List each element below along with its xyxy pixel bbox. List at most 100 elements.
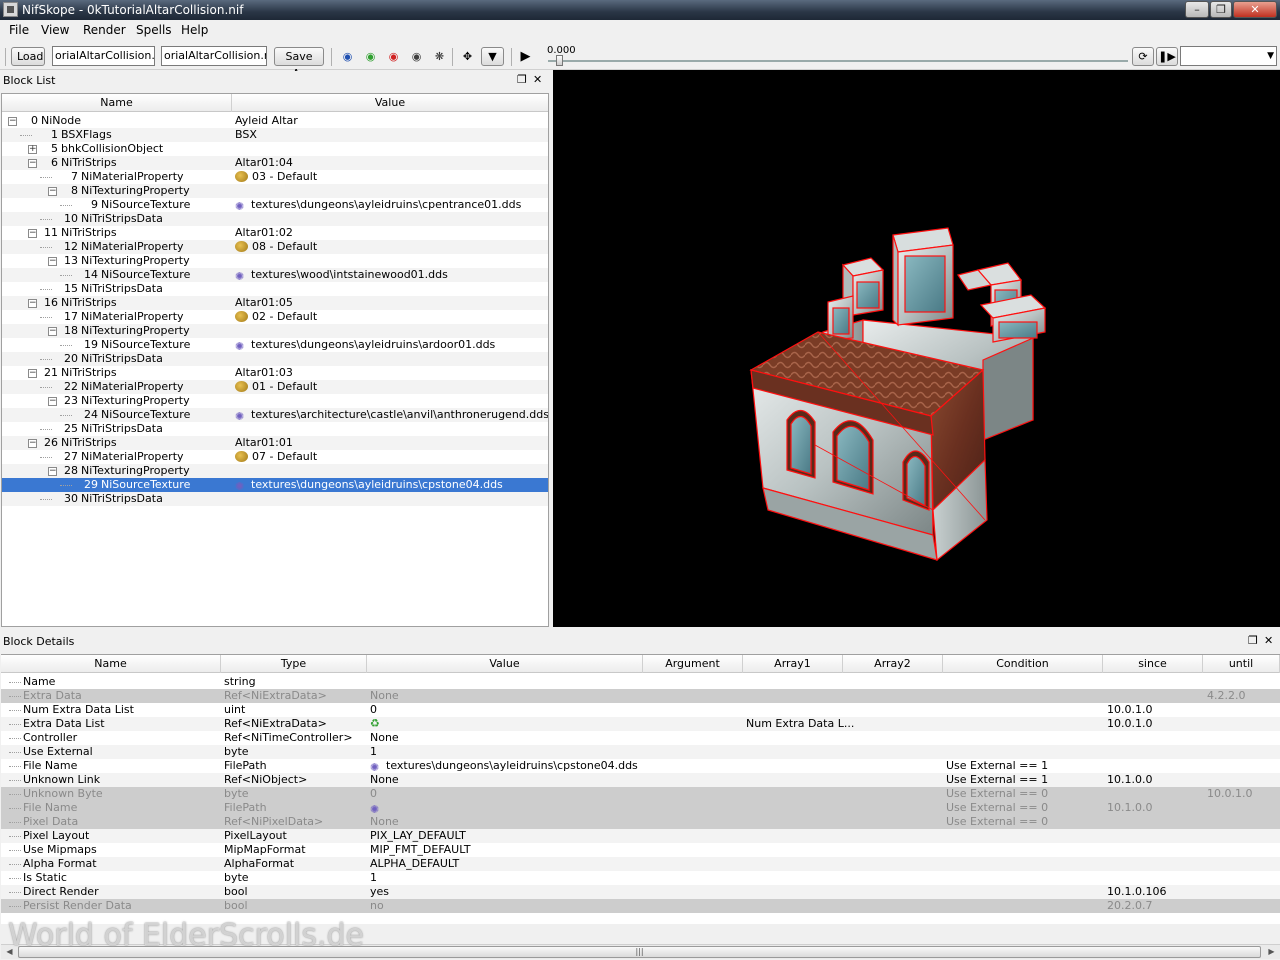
menu-render[interactable]: Render	[83, 23, 126, 37]
details-value-cell[interactable]: ♻	[370, 717, 380, 731]
collapse-icon[interactable]: −	[28, 369, 37, 378]
column-header-value[interactable]: Value	[232, 94, 548, 112]
column-header-value[interactable]: Value	[367, 655, 643, 673]
details-value-cell[interactable]: 0	[370, 703, 377, 717]
scroll-right-icon[interactable]: ▶	[1264, 946, 1279, 958]
footprints-icon[interactable]: ❋	[431, 48, 448, 65]
column-header-since[interactable]: since	[1103, 655, 1203, 673]
tree-row[interactable]: 12 NiMaterialProperty 08 - Default	[2, 240, 548, 254]
float-icon[interactable]: ❐	[517, 74, 527, 86]
collapse-icon[interactable]: −	[28, 439, 37, 448]
play-icon[interactable]: ▶	[517, 48, 534, 65]
view-eye-gray-icon[interactable]: ◉	[408, 48, 425, 65]
tree-row[interactable]: 24 NiSourceTexture ✺ textures\architecture\…	[2, 408, 548, 422]
details-value-cell[interactable]: PIX_LAY_DEFAULT	[370, 829, 466, 843]
loop-button[interactable]: ⟳	[1132, 47, 1154, 66]
details-value-cell[interactable]: 1	[370, 871, 377, 885]
view-dropdown-button[interactable]: ▼	[481, 47, 504, 66]
details-row[interactable]: Is Static byte 1	[1, 871, 1280, 885]
column-header-array1[interactable]: Array1	[743, 655, 843, 673]
details-row[interactable]: Pixel Layout PixelLayout PIX_LAY_DEFAULT	[1, 829, 1280, 843]
details-row[interactable]: Extra Data Ref<NiExtraData> None 4.2.2.0	[1, 689, 1280, 703]
tree-row[interactable]: − 8 NiTexturingProperty	[2, 184, 548, 198]
tree-row[interactable]: −23 NiTexturingProperty	[2, 394, 548, 408]
collapse-icon[interactable]: −	[48, 467, 57, 476]
details-row[interactable]: Direct Render bool yes 10.1.0.106	[1, 885, 1280, 899]
details-row[interactable]: Use External byte 1	[1, 745, 1280, 759]
tree-row[interactable]: −13 NiTexturingProperty	[2, 254, 548, 268]
animation-select[interactable]: ▼	[1180, 46, 1277, 66]
minimize-button[interactable]: –	[1185, 1, 1209, 18]
details-value-cell[interactable]: None	[370, 773, 399, 787]
details-row[interactable]: Unknown Link Ref<NiObject> None Use Externa…	[1, 773, 1280, 787]
tree-row[interactable]: 25 NiTriStripsData	[2, 422, 548, 436]
details-value-cell[interactable]: MIP_FMT_DEFAULT	[370, 843, 471, 857]
details-row[interactable]: Extra Data List Ref<NiExtraData> ♻ Num Extr…	[1, 717, 1280, 731]
details-row[interactable]: File Name FilePath ✺ textures\dungeons\ayle…	[1, 759, 1280, 773]
expand-icon[interactable]: +	[28, 145, 37, 154]
tree-row[interactable]: 30 NiTriStripsData	[2, 492, 548, 506]
details-value-cell[interactable]: 1	[370, 745, 377, 759]
tree-row[interactable]: 9 NiSourceTexture ✺ textures\dungeons\aylei…	[2, 198, 548, 212]
menu-help[interactable]: Help	[181, 23, 208, 37]
save-path-input[interactable]: orialAltarCollision.nif	[161, 46, 267, 66]
tree-row[interactable]: −18 NiTexturingProperty	[2, 324, 548, 338]
details-row[interactable]: Persist Render Data bool no 20.2.0.7	[1, 899, 1280, 913]
tree-row[interactable]: 20 NiTriStripsData	[2, 352, 548, 366]
details-value-cell[interactable]: None	[370, 815, 399, 829]
move-axes-icon[interactable]: ✥	[459, 48, 476, 65]
collapse-icon[interactable]: −	[48, 327, 57, 336]
close-icon[interactable]: ✕	[533, 74, 542, 86]
collapse-icon[interactable]: −	[8, 117, 17, 126]
tree-row[interactable]: 7 NiMaterialProperty 03 - Default	[2, 170, 548, 184]
details-row[interactable]: Use Mipmaps MipMapFormat MIP_FMT_DEFAULT	[1, 843, 1280, 857]
switch-button[interactable]: ❚▶	[1156, 47, 1178, 66]
column-header-array2[interactable]: Array2	[843, 655, 943, 673]
collapse-icon[interactable]: −	[48, 397, 57, 406]
menu-spells[interactable]: Spells	[136, 23, 172, 37]
view-eye-green-icon[interactable]: ◉	[362, 48, 379, 65]
column-header-name[interactable]: Name	[2, 94, 232, 112]
collapse-icon[interactable]: −	[28, 159, 37, 168]
menu-file[interactable]: File	[9, 23, 29, 37]
tree-row[interactable]: −26 NiTriStrips Altar01:01	[2, 436, 548, 450]
column-header-type[interactable]: Type	[221, 655, 367, 673]
details-value-cell[interactable]: ✺ textures\dungeons\ayleidruins\cpstone04…	[370, 759, 638, 773]
tree-row[interactable]: +5 bhkCollisionObject	[2, 142, 548, 156]
view-eye-red-icon[interactable]: ◉	[385, 48, 402, 65]
time-slider-track[interactable]	[548, 60, 1128, 62]
details-row[interactable]: File Name FilePath ✺ Use External == 0 10.1.…	[1, 801, 1280, 815]
tree-row[interactable]: 10 NiTriStripsData	[2, 212, 548, 226]
collapse-icon[interactable]: −	[28, 299, 37, 308]
array-icon[interactable]: ♻	[370, 717, 380, 730]
details-row[interactable]: Pixel Data Ref<NiPixelData> None Use Extern…	[1, 815, 1280, 829]
details-value-cell[interactable]: None	[370, 689, 399, 703]
tree-row[interactable]: 29 NiSourceTexture ✺ textures\dungeons\ayle…	[2, 478, 548, 492]
tree-row[interactable]: − 0 NiNode Ayleid Altar	[2, 114, 548, 128]
details-value-cell[interactable]: ALPHA_DEFAULT	[370, 857, 459, 871]
details-value-cell[interactable]: yes	[370, 885, 389, 899]
collapse-icon[interactable]: −	[48, 187, 57, 196]
details-value-cell[interactable]: ✺	[370, 801, 386, 815]
column-header-name[interactable]: Name	[1, 655, 221, 673]
collapse-icon[interactable]: −	[28, 229, 37, 238]
tree-row[interactable]: 14 NiSourceTexture ✺ textures\wood\intstain…	[2, 268, 548, 282]
close-icon[interactable]: ✕	[1264, 635, 1273, 647]
load-button[interactable]: Load	[11, 47, 45, 66]
block-details-table[interactable]: Name Type Value Argument Array1 Array2 C…	[1, 654, 1280, 924]
tree-row[interactable]: −28 NiTexturingProperty	[2, 464, 548, 478]
float-icon[interactable]: ❐	[1248, 635, 1258, 647]
column-header-argument[interactable]: Argument	[643, 655, 743, 673]
render-viewport[interactable]	[553, 70, 1280, 627]
details-row[interactable]: Unknown Byte byte 0 Use External == 0 10.0.1…	[1, 787, 1280, 801]
details-value-cell[interactable]: no	[370, 899, 384, 913]
tree-row[interactable]: 22 NiMaterialProperty 01 - Default	[2, 380, 548, 394]
close-button[interactable]: ✕	[1233, 1, 1277, 18]
details-value-cell[interactable]: None	[370, 731, 399, 745]
tree-row[interactable]: 15 NiTriStripsData	[2, 282, 548, 296]
collapse-icon[interactable]: −	[48, 257, 57, 266]
tree-row[interactable]: 27 NiMaterialProperty 07 - Default	[2, 450, 548, 464]
details-row[interactable]: Controller Ref<NiTimeController> None	[1, 731, 1280, 745]
time-slider-handle[interactable]	[556, 55, 563, 66]
details-row[interactable]: Name string	[1, 675, 1280, 689]
